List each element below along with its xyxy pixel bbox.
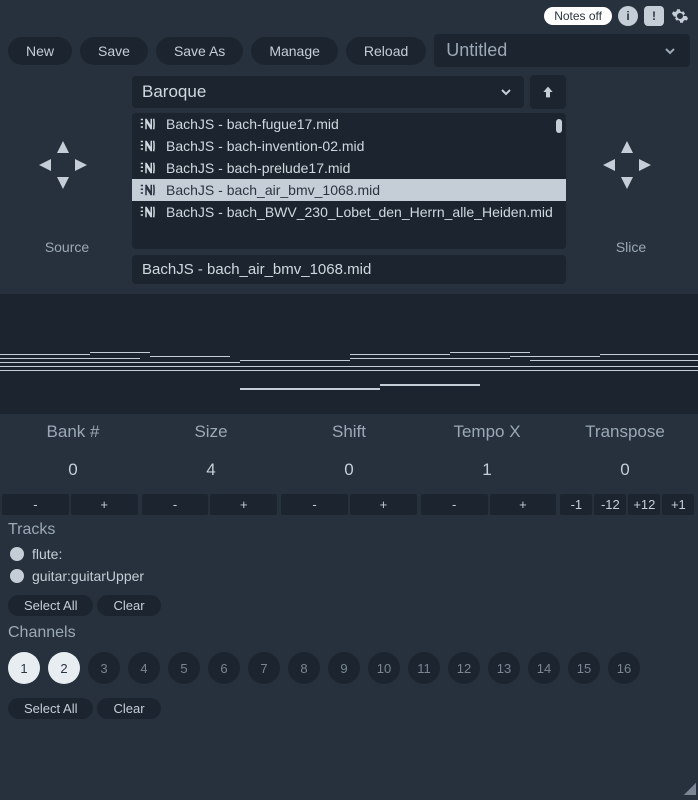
tracks-heading: Tracks <box>0 515 698 543</box>
midi-file-icon <box>140 182 158 198</box>
midi-file-icon <box>140 138 158 154</box>
new-button[interactable]: New <box>8 37 72 65</box>
save-as-button[interactable]: Save As <box>156 37 243 65</box>
file-item[interactable]: BachJS - bach_air_bmv_1068.mid <box>132 179 566 201</box>
shift-label: Shift <box>280 422 418 442</box>
file-name: BachJS - bach-invention-02.mid <box>166 138 364 154</box>
slice-label: Slice <box>572 239 690 255</box>
channel-button-1[interactable]: 1 <box>8 652 40 684</box>
arrow-up-icon <box>540 84 556 100</box>
tracks-select-all-button[interactable]: Select All <box>8 595 93 616</box>
channel-button-9[interactable]: 9 <box>328 652 360 684</box>
size-decrement-button[interactable]: - <box>142 494 209 515</box>
notes-off-button[interactable]: Notes off <box>544 7 612 25</box>
track-item[interactable]: flute: <box>0 543 698 565</box>
midi-file-icon <box>140 160 158 176</box>
channel-button-16[interactable]: 16 <box>608 652 640 684</box>
channel-button-11[interactable]: 11 <box>408 652 440 684</box>
bank-decrement-button[interactable]: - <box>2 494 69 515</box>
tempo-value: 1 <box>418 460 556 480</box>
track-toggle-dot[interactable] <box>10 569 24 583</box>
channel-button-2[interactable]: 2 <box>48 652 80 684</box>
channel-button-12[interactable]: 12 <box>448 652 480 684</box>
channel-button-14[interactable]: 14 <box>528 652 560 684</box>
arrows-icon <box>33 135 93 195</box>
folder-select[interactable]: Baroque <box>132 76 524 108</box>
slice-arrow-pad[interactable] <box>572 95 682 235</box>
arrows-icon <box>597 135 657 195</box>
alert-button[interactable]: ! <box>644 6 664 26</box>
tempo-decrement-button[interactable]: - <box>421 494 488 515</box>
size-value: 4 <box>142 460 280 480</box>
file-item[interactable]: BachJS - bach-fugue17.mid <box>132 113 566 135</box>
file-item[interactable]: BachJS - bach-prelude17.mid <box>132 157 566 179</box>
track-name: flute: <box>32 546 62 562</box>
file-name: BachJS - bach_BWV_230_Lobet_den_Herrn_al… <box>166 204 553 220</box>
scrollbar-thumb[interactable] <box>556 119 562 133</box>
selected-file-display: BachJS - bach_air_bmv_1068.mid <box>132 255 566 284</box>
save-button[interactable]: Save <box>80 37 148 65</box>
gear-icon <box>671 7 689 25</box>
transpose-label: Transpose <box>556 422 694 442</box>
channel-button-7[interactable]: 7 <box>248 652 280 684</box>
source-label: Source <box>8 239 126 255</box>
file-item[interactable]: BachJS - bach-invention-02.mid <box>132 135 566 157</box>
channel-button-10[interactable]: 10 <box>368 652 400 684</box>
channel-button-8[interactable]: 8 <box>288 652 320 684</box>
file-name: BachJS - bach-fugue17.mid <box>166 116 339 132</box>
channel-button-4[interactable]: 4 <box>128 652 160 684</box>
channel-button-6[interactable]: 6 <box>208 652 240 684</box>
channels-clear-button[interactable]: Clear <box>97 698 160 719</box>
tempo-label: Tempo X <box>418 422 556 442</box>
resize-grip[interactable]: ◢ <box>684 778 696 798</box>
file-name: BachJS - bach-prelude17.mid <box>166 160 350 176</box>
midi-file-icon <box>140 204 158 220</box>
file-name: BachJS - bach_air_bmv_1068.mid <box>166 182 380 198</box>
tracks-clear-button[interactable]: Clear <box>97 595 160 616</box>
reload-button[interactable]: Reload <box>346 37 426 65</box>
chevron-down-icon <box>498 84 514 100</box>
track-toggle-dot[interactable] <box>10 547 24 561</box>
shift-increment-button[interactable]: + <box>350 494 417 515</box>
channels-heading: Channels <box>0 618 698 646</box>
midi-file-icon <box>140 116 158 132</box>
tempo-increment-button[interactable]: + <box>490 494 557 515</box>
channel-button-3[interactable]: 3 <box>88 652 120 684</box>
chevron-down-icon <box>662 43 678 59</box>
folder-name: Baroque <box>142 82 206 102</box>
settings-button[interactable] <box>670 6 690 26</box>
transpose-step-button[interactable]: -12 <box>594 494 626 515</box>
transpose-step-button[interactable]: +12 <box>628 494 660 515</box>
channel-button-13[interactable]: 13 <box>488 652 520 684</box>
file-item[interactable]: BachJS - bach_BWV_230_Lobet_den_Herrn_al… <box>132 201 566 223</box>
source-arrow-pad[interactable] <box>8 95 118 235</box>
channels-select-all-button[interactable]: Select All <box>8 698 93 719</box>
track-name: guitar:guitarUpper <box>32 568 144 584</box>
channel-button-5[interactable]: 5 <box>168 652 200 684</box>
size-label: Size <box>142 422 280 442</box>
transpose-step-button[interactable]: -1 <box>560 494 592 515</box>
transpose-value: 0 <box>556 460 694 480</box>
bank-value: 0 <box>4 460 142 480</box>
manage-button[interactable]: Manage <box>251 37 338 65</box>
folder-up-button[interactable] <box>530 75 566 109</box>
bank-increment-button[interactable]: + <box>71 494 138 515</box>
piano-roll[interactable] <box>0 294 698 414</box>
size-increment-button[interactable]: + <box>210 494 277 515</box>
file-list[interactable]: BachJS - bach-fugue17.mid BachJS - bach-i… <box>132 113 566 249</box>
preset-select[interactable]: Untitled <box>434 34 690 67</box>
transpose-step-button[interactable]: +1 <box>662 494 694 515</box>
info-button[interactable]: i <box>618 6 638 26</box>
shift-decrement-button[interactable]: - <box>281 494 348 515</box>
preset-title: Untitled <box>446 40 507 61</box>
track-item[interactable]: guitar:guitarUpper <box>0 565 698 587</box>
channel-button-15[interactable]: 15 <box>568 652 600 684</box>
shift-value: 0 <box>280 460 418 480</box>
bank-label: Bank # <box>4 422 142 442</box>
